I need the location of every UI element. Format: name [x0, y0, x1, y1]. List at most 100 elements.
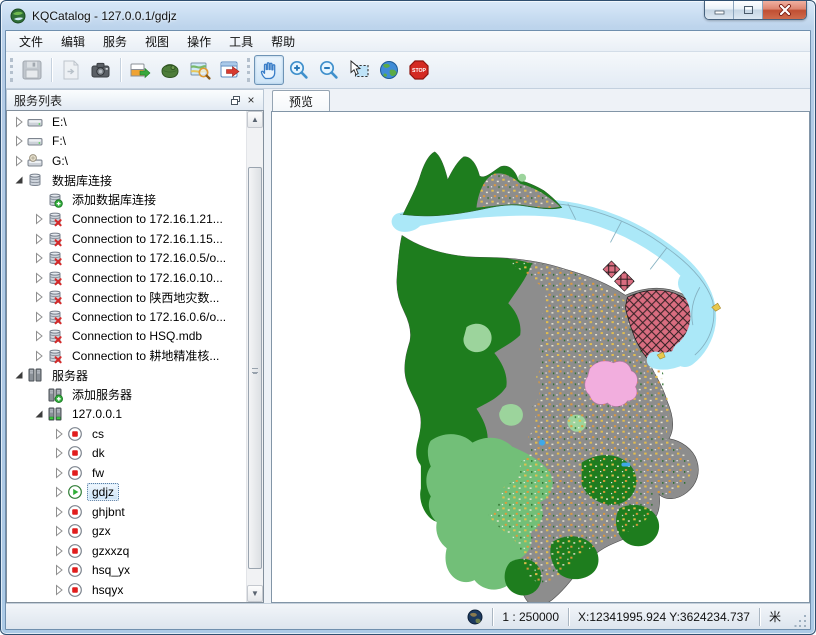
expand-collapsed-icon[interactable] — [51, 543, 67, 559]
menu-item-工具[interactable]: 工具 — [220, 31, 262, 52]
tree-scrollbar[interactable]: ▲ ▼ — [246, 111, 263, 602]
tree-item-ghjbnt[interactable]: ghjbnt — [7, 502, 246, 522]
snapshot-button[interactable] — [86, 55, 116, 85]
expand-collapsed-icon[interactable] — [51, 504, 67, 520]
maximize-button[interactable] — [734, 1, 763, 19]
save-button[interactable] — [17, 55, 47, 85]
expand-collapsed-icon[interactable] — [51, 426, 67, 442]
tree-item-Connection-to-172.16.0.10...[interactable]: Connection to 172.16.0.10... — [7, 268, 246, 288]
tree-item-Connection-to-172.16.1.21...[interactable]: Connection to 172.16.1.21... — [7, 210, 246, 230]
add-data-button[interactable] — [125, 55, 155, 85]
tree-item-Connection-to-172.16.1.15...[interactable]: Connection to 172.16.1.15... — [7, 229, 246, 249]
tree-item-cs[interactable]: cs — [7, 424, 246, 444]
expand-collapsed-icon[interactable] — [31, 250, 47, 266]
tree-item-hsqyx[interactable]: hsqyx — [7, 580, 246, 600]
tab-preview[interactable]: 预览 — [272, 90, 330, 112]
expand-collapsed-icon[interactable] — [31, 289, 47, 305]
expand-collapsed-icon[interactable] — [31, 328, 47, 344]
expand-collapsed-icon[interactable] — [51, 484, 67, 500]
expand-expanded-icon[interactable] — [11, 367, 27, 383]
expand-expanded-icon[interactable] — [31, 406, 47, 422]
scroll-up-button[interactable]: ▲ — [247, 111, 263, 128]
expand-collapsed-icon[interactable] — [31, 211, 47, 227]
menu-item-视图[interactable]: 视图 — [136, 31, 178, 52]
menu-item-服务[interactable]: 服务 — [94, 31, 136, 52]
expand-collapsed-icon[interactable] — [51, 582, 67, 598]
paste-button[interactable] — [56, 55, 86, 85]
tree-item--[interactable]: 服务器 — [7, 366, 246, 386]
panel-title: 服务列表 — [14, 92, 227, 109]
tree-item-gdjz[interactable]: gdjz — [7, 483, 246, 503]
expand-collapsed-icon[interactable] — [51, 562, 67, 578]
scroll-down-button[interactable]: ▼ — [247, 585, 263, 602]
panel-splitter[interactable] — [264, 89, 271, 603]
tree-item-Connection-to-HSQ.mdb[interactable]: Connection to HSQ.mdb — [7, 327, 246, 347]
map-preview[interactable] — [271, 111, 810, 603]
tree-item-gzxxzq[interactable]: gzxxzq — [7, 541, 246, 561]
expand-collapsed-icon[interactable] — [51, 523, 67, 539]
expand-collapsed-icon[interactable] — [51, 465, 67, 481]
tree-item-label: Connection to 172.16.0.10... — [67, 269, 228, 287]
tree-item-Connection-to-172.16.0.6-o...[interactable]: Connection to 172.16.0.6/o... — [7, 307, 246, 327]
tree-item-jsydgzq[interactable]: jsydgzq — [7, 600, 246, 603]
tree-item-G-[interactable]: G:\ — [7, 151, 246, 171]
tree-item-Connection-to-...[interactable]: Connection to 耕地精准核... — [7, 346, 246, 366]
resize-grip[interactable] — [794, 611, 808, 629]
zoom-out-icon — [317, 58, 341, 82]
tree-item-fw[interactable]: fw — [7, 463, 246, 483]
tree-item-label: Connection to 172.16.1.15... — [67, 230, 228, 248]
close-button[interactable] — [763, 1, 806, 19]
tree-item-Connection-to-...[interactable]: Connection to 陕西地灾数... — [7, 288, 246, 308]
float-panel-button[interactable] — [227, 93, 243, 108]
tree-item--[interactable]: 数据库连接 — [7, 171, 246, 191]
expand-expanded-icon[interactable] — [11, 172, 27, 188]
zoom-out-button[interactable] — [314, 55, 344, 85]
publish-service-button[interactable] — [155, 55, 185, 85]
expand-collapsed-icon[interactable] — [51, 445, 67, 461]
menu-item-文件[interactable]: 文件 — [10, 31, 52, 52]
preview-panel: 预览 — [271, 89, 810, 603]
expand-collapsed-icon[interactable] — [31, 309, 47, 325]
expand-collapsed-icon[interactable] — [11, 153, 27, 169]
database-error-icon — [47, 348, 64, 364]
app-window: KQCatalog - 127.0.0.1/gdjz 文件编辑服务视图操作工具帮… — [0, 0, 816, 635]
zoom-in-button[interactable] — [284, 55, 314, 85]
title-bar[interactable]: KQCatalog - 127.0.0.1/gdjz — [1, 1, 815, 30]
expand-collapsed-icon[interactable] — [11, 114, 27, 130]
menu-item-操作[interactable]: 操作 — [178, 31, 220, 52]
select-rect-button[interactable] — [344, 55, 374, 85]
pan-hand-icon — [257, 58, 281, 82]
expand-collapsed-icon[interactable] — [31, 270, 47, 286]
service-tree: E:\F:\G:\数据库连接添加数据库连接Connection to 172.1… — [7, 111, 246, 602]
expand-collapsed-icon[interactable] — [51, 601, 67, 602]
tree-item-127.0.0.1[interactable]: 127.0.0.1 — [7, 405, 246, 425]
tree-item-F-[interactable]: F:\ — [7, 132, 246, 152]
pan-button[interactable] — [254, 55, 284, 85]
expand-collapsed-icon[interactable] — [31, 231, 47, 247]
scroll-thumb[interactable] — [248, 167, 262, 569]
tree-item--[interactable]: 添加数据库连接 — [7, 190, 246, 210]
tree-item--[interactable]: 添加服务器 — [7, 385, 246, 405]
no-expand-spacer — [31, 387, 47, 403]
toolbar-grip[interactable] — [247, 58, 250, 82]
tree-item-label: jsydgzq — [87, 600, 138, 602]
tree-item-label: F:\ — [47, 132, 71, 150]
tree-item-label: 添加数据库连接 — [67, 189, 161, 210]
tree-item-E-[interactable]: E:\ — [7, 112, 246, 132]
close-panel-button[interactable]: × — [243, 93, 259, 108]
expand-collapsed-icon[interactable] — [11, 133, 27, 149]
toolbar-grip[interactable] — [10, 58, 13, 82]
minimize-button[interactable] — [705, 1, 734, 19]
stop-button[interactable]: STOP — [404, 55, 434, 85]
menu-item-帮助[interactable]: 帮助 — [262, 31, 304, 52]
tree-item-gzx[interactable]: gzx — [7, 522, 246, 542]
menu-item-编辑[interactable]: 编辑 — [52, 31, 94, 52]
tree-item-hsq_yx[interactable]: hsq_yx — [7, 561, 246, 581]
select-rect-icon — [347, 58, 371, 82]
expand-collapsed-icon[interactable] — [31, 348, 47, 364]
tree-item-dk[interactable]: dk — [7, 444, 246, 464]
tree-item-Connection-to-172.16.0.5-o...[interactable]: Connection to 172.16.0.5/o... — [7, 249, 246, 269]
map-search-button[interactable] — [185, 55, 215, 85]
full-extent-button[interactable] — [374, 55, 404, 85]
export-map-button[interactable] — [215, 55, 245, 85]
